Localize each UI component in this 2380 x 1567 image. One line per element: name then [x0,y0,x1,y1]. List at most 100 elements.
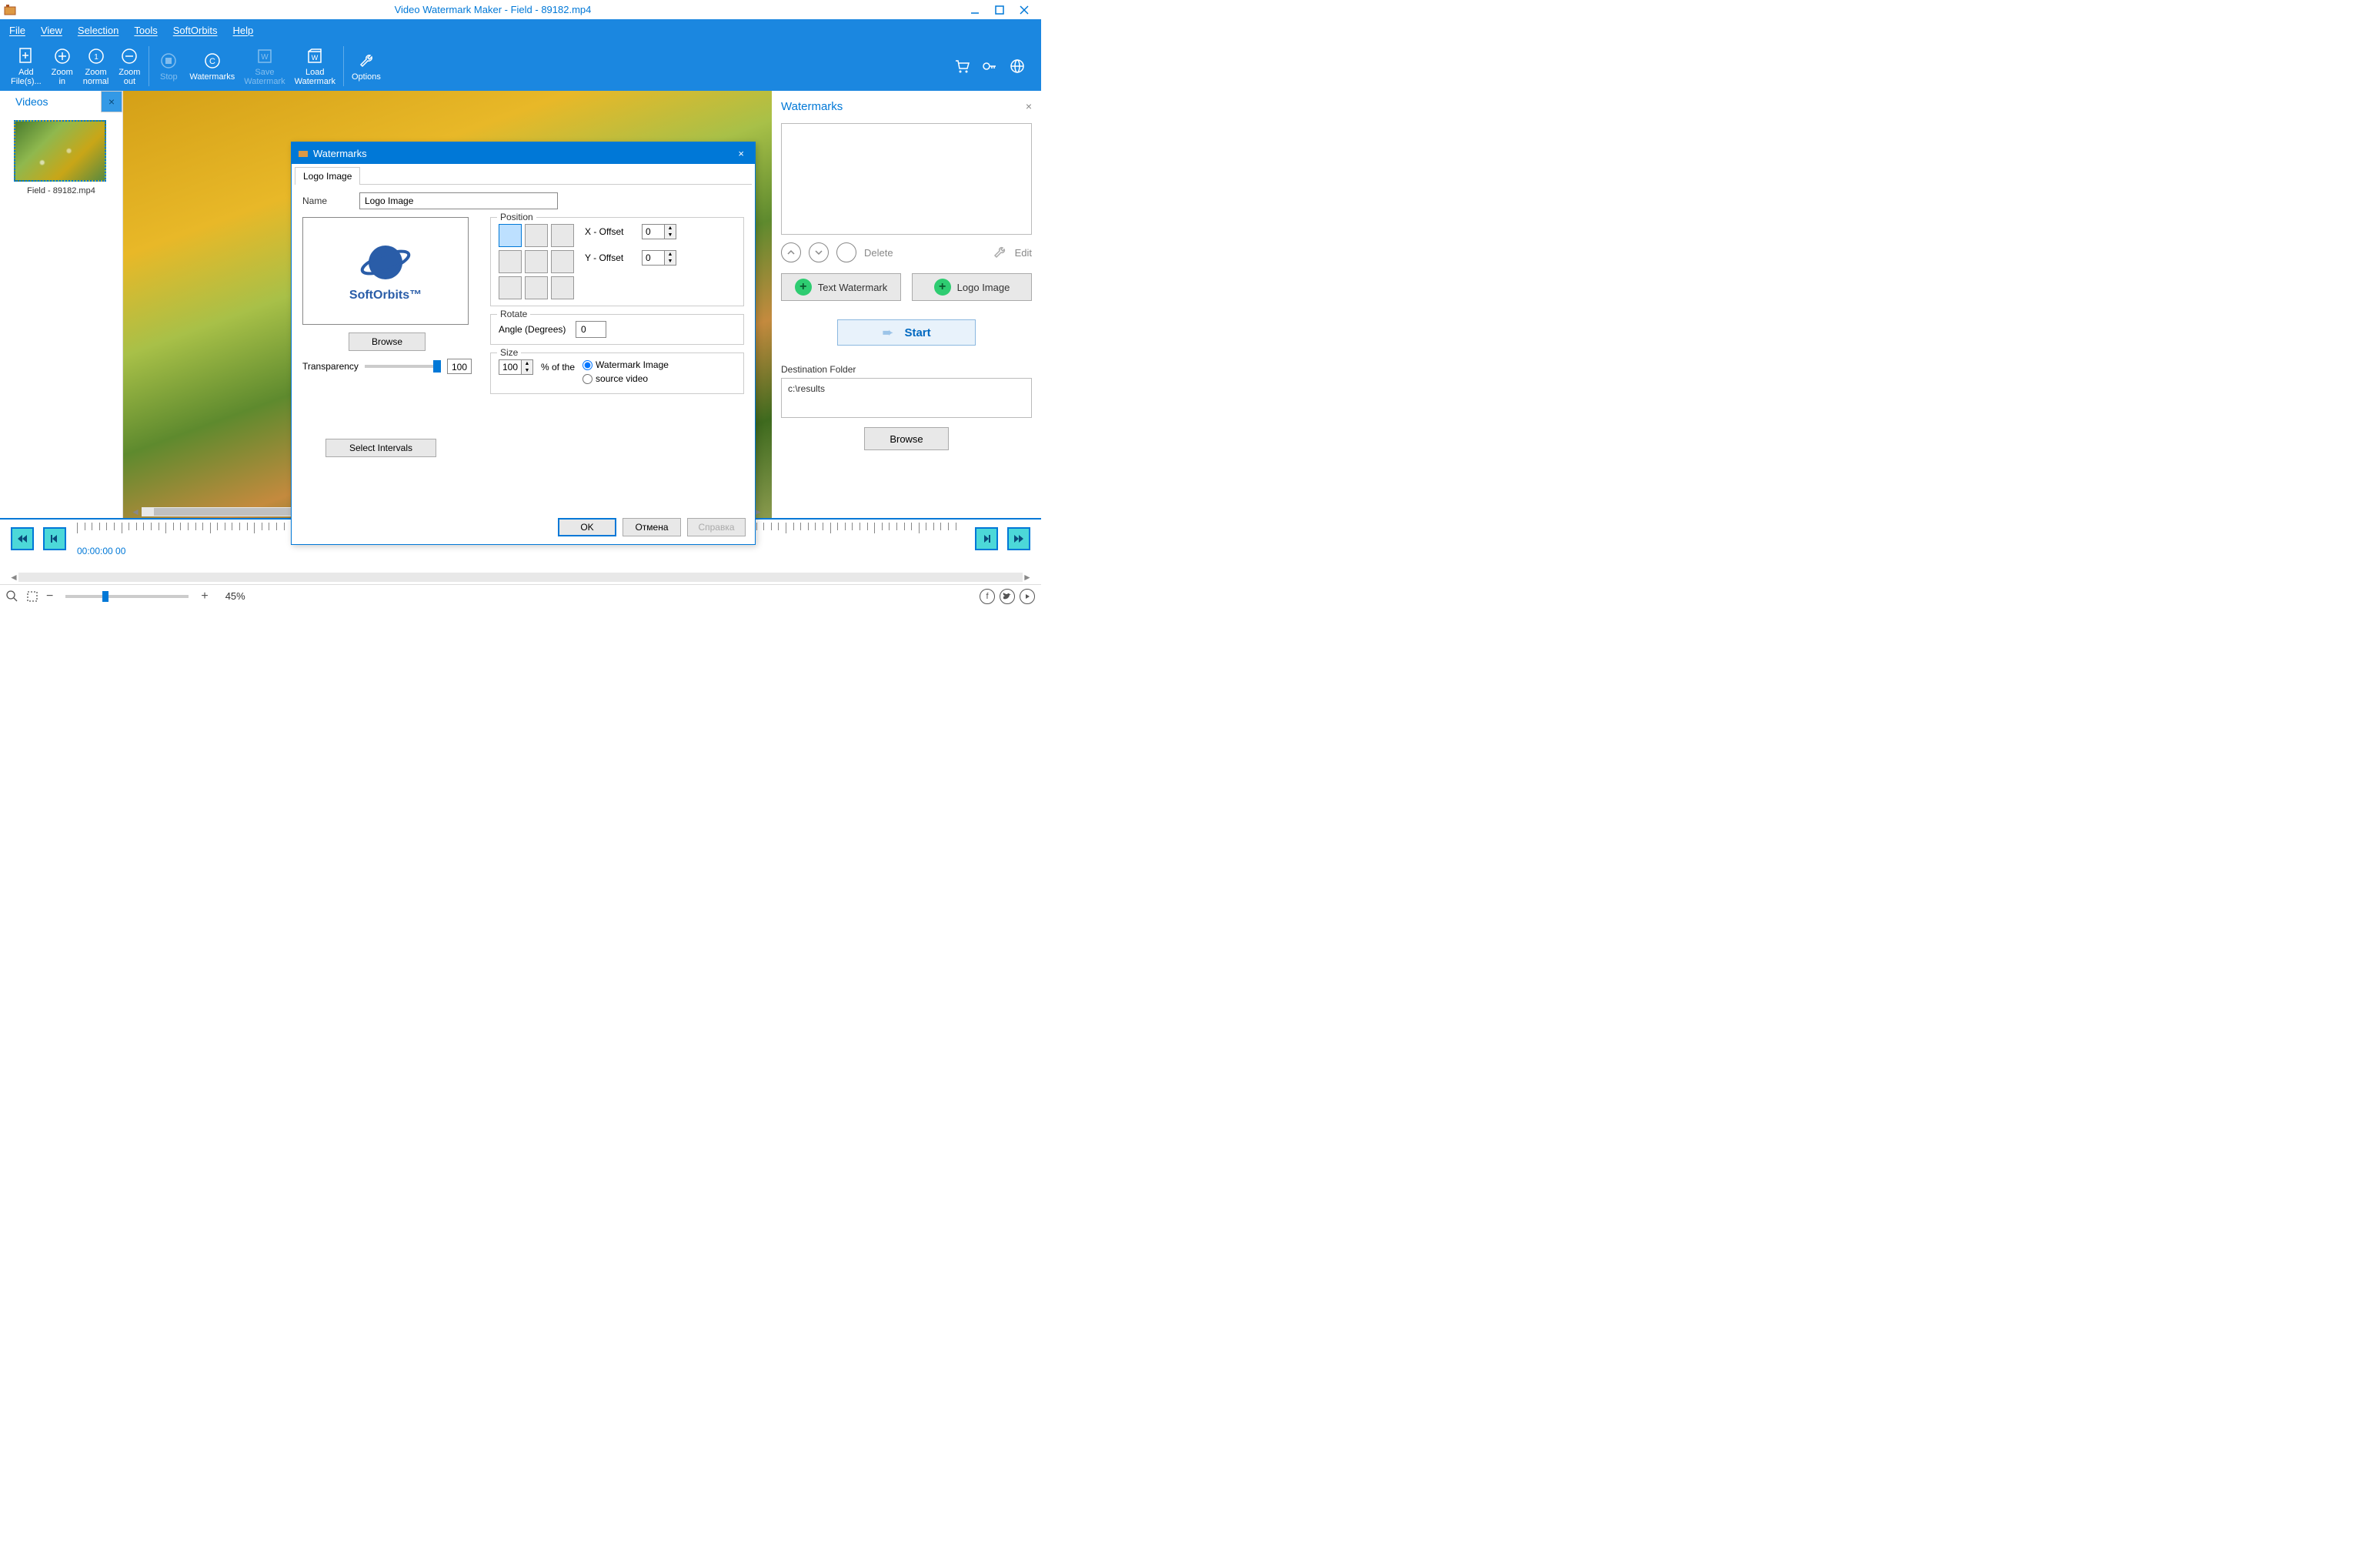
position-fieldset: Position [490,217,744,306]
zoom-minus-icon[interactable]: − [46,590,53,603]
key-icon[interactable] [981,58,998,75]
scrub-bar[interactable]: ◄ ► [0,570,1041,584]
dialog-close-button[interactable]: × [733,148,749,159]
window-title: Video Watermark Maker - Field - 89182.mp… [16,4,970,15]
spin-down-icon[interactable]: ▼ [665,232,676,239]
move-up-button[interactable] [781,242,801,262]
size-input[interactable] [499,359,522,375]
magnifier-icon[interactable] [6,590,18,603]
watermarks-button[interactable]: C Watermarks [185,43,239,89]
position-middle-left[interactable] [499,250,522,273]
x-offset-input[interactable] [642,224,665,239]
size-spinner[interactable]: ▲▼ [499,359,533,375]
rewind-button[interactable] [11,527,34,550]
scrub-right-icon[interactable]: ► [1023,572,1032,583]
watermark-list[interactable] [781,123,1032,235]
delete-circle-button[interactable] [836,242,856,262]
next-frame-button[interactable] [975,527,998,550]
video-thumbnail[interactable]: Field - 89182.mp4 [14,120,108,195]
save-watermark-button: W Save Watermark [239,43,289,89]
position-bottom-left[interactable] [499,276,522,299]
cancel-button[interactable]: Отмена [623,518,681,536]
spin-up-icon[interactable]: ▲ [665,251,676,258]
select-intervals-button[interactable]: Select Intervals [325,439,436,457]
start-button[interactable]: ➨ Start [837,319,976,346]
position-top-left[interactable] [499,224,522,247]
zoom-normal-icon: 1 [88,46,105,66]
x-offset-spinner[interactable]: ▲▼ [642,224,676,239]
videos-tab-label[interactable]: Videos [0,95,101,108]
position-bottom-center[interactable] [525,276,548,299]
load-watermark-icon: W [306,46,323,66]
zoom-plus-icon[interactable]: + [201,590,208,603]
videos-tab-close[interactable]: × [101,91,122,112]
position-middle-right[interactable] [551,250,574,273]
zoom-in-button[interactable]: Zoom in [46,43,78,89]
move-down-button[interactable] [809,242,829,262]
destination-browse-button[interactable]: Browse [864,427,949,450]
scroll-left-icon[interactable]: ◄ [131,506,142,517]
svg-text:C: C [209,57,215,66]
slider-thumb[interactable] [433,360,441,373]
zoom-out-button[interactable]: Zoom out [113,43,145,89]
delete-link[interactable]: Delete [864,247,893,259]
logo-image-tab[interactable]: Logo Image [295,167,360,185]
menu-softorbits[interactable]: SoftOrbits [173,25,218,36]
globe-icon[interactable] [1009,58,1026,75]
spin-up-icon[interactable]: ▲ [522,360,532,367]
logo-image-button[interactable]: + Logo Image [912,273,1032,301]
svg-text:W: W [312,54,319,62]
dialog-titlebar[interactable]: Watermarks × [292,142,755,164]
add-files-button[interactable]: Add File(s)... [6,43,46,89]
maximize-button[interactable] [994,5,1005,15]
cart-icon[interactable] [953,58,970,75]
name-input[interactable] [359,192,558,209]
logo-browse-button[interactable]: Browse [349,332,426,351]
scrub-track[interactable] [18,573,1023,582]
position-middle-center[interactable] [525,250,548,273]
position-top-center[interactable] [525,224,548,247]
menu-file[interactable]: File [9,25,25,36]
zoom-normal-button[interactable]: 1 Zoom normal [78,43,114,89]
edit-wrench-icon[interactable] [992,245,1007,260]
rotate-fieldset: Rotate Angle (Degrees) [490,314,744,345]
position-bottom-right[interactable] [551,276,574,299]
ok-button[interactable]: OK [558,518,616,536]
menu-view[interactable]: View [41,25,62,36]
plus-icon: + [795,279,812,296]
spin-down-icon[interactable]: ▼ [665,258,676,265]
zoom-slider[interactable] [65,595,189,598]
facebook-icon[interactable]: f [980,589,995,604]
edit-link[interactable]: Edit [1015,247,1032,259]
size-source-radio[interactable] [582,374,592,384]
menu-help[interactable]: Help [233,25,254,36]
angle-input[interactable] [576,321,606,338]
y-offset-input[interactable] [642,250,665,266]
spin-down-icon[interactable]: ▼ [522,367,532,374]
transparency-slider[interactable] [365,365,441,368]
prev-frame-button[interactable] [43,527,66,550]
minimize-button[interactable] [970,5,980,15]
options-button[interactable]: Options [347,43,386,89]
menu-tools[interactable]: Tools [134,25,157,36]
scrub-left-icon[interactable]: ◄ [9,572,18,583]
twitter-icon[interactable] [1000,589,1015,604]
fit-icon[interactable] [26,590,38,603]
position-top-right[interactable] [551,224,574,247]
stop-icon [160,51,177,71]
fast-forward-button[interactable] [1007,527,1030,550]
destination-folder-value[interactable]: c:\results [781,378,1032,418]
size-watermark-radio[interactable] [582,360,592,370]
close-button[interactable] [1019,5,1030,15]
youtube-icon[interactable] [1020,589,1035,604]
menu-selection[interactable]: Selection [78,25,118,36]
spin-up-icon[interactable]: ▲ [665,225,676,232]
timeline-time: 00:00:00 00 [77,546,964,556]
zoom-slider-thumb[interactable] [102,591,108,602]
save-watermark-icon: W [256,46,273,66]
load-watermark-button[interactable]: W Load Watermark [290,43,340,89]
transparency-value[interactable]: 100 [447,359,472,374]
y-offset-spinner[interactable]: ▲▼ [642,250,676,266]
text-watermark-button[interactable]: + Text Watermark [781,273,901,301]
panel-close-icon[interactable]: × [1026,100,1032,112]
